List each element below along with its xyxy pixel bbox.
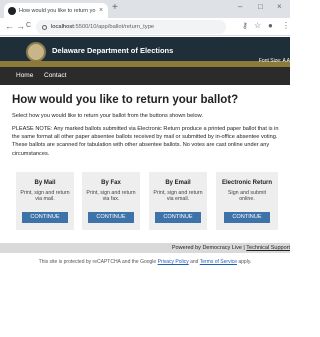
key-icon[interactable]: ⚷ [242,21,248,30]
url-path: :5500/10/app/ballot/return_type [73,24,155,30]
option-title: By Fax [101,180,121,186]
option-title: By Mail [34,180,56,186]
option-email: By Email Print, sign and return via emai… [149,172,207,230]
continue-fax-button[interactable]: CONTINUE [88,212,134,223]
option-description: Print, sign and return via fax. [86,190,136,203]
forward-icon[interactable]: → [16,21,25,31]
page-title: How would you like to return your ballot… [12,94,239,106]
option-title: By Email [165,180,191,186]
option-description: Print, sign and return via mail. [20,190,70,203]
continue-mail-button[interactable]: CONTINUE [22,212,68,223]
terms-of-service-link[interactable]: Terms of Service [200,259,237,265]
captcha-suffix: apply. [236,259,252,265]
option-mail: By Mail Print, sign and return via mail.… [16,172,74,230]
profile-icon[interactable]: ● [268,21,273,30]
font-size-control[interactable]: Font Size: A A [259,58,290,64]
new-tab-button[interactable]: + [112,2,118,13]
favicon-icon [8,6,16,15]
captcha-and: and [188,259,200,265]
option-fax: By Fax Print, sign and return via fax. C… [82,172,140,230]
back-icon[interactable]: ← [5,21,14,31]
browser-tab[interactable]: How would you like to return yo × [4,3,108,18]
tab-close-icon[interactable]: × [99,7,103,14]
footer-bar: Powered by Democracy Live | Technical Su… [0,243,290,253]
option-description: Sign and submit online. [228,190,266,203]
captcha-prefix: This site is protected by reCAPTCHA and … [38,259,158,265]
nav-home[interactable]: Home [16,72,33,79]
browser-tab-bar: How would you like to return yo × + – □ … [0,0,290,18]
url-host: localhost [51,24,74,30]
site-title: Delaware Department of Elections [52,46,174,55]
technical-support-link[interactable]: Technical Support [246,245,290,251]
maximize-button[interactable]: □ [258,2,263,11]
option-title: Electronic Return [221,180,272,186]
reload-icon[interactable]: C [26,22,31,29]
info-icon[interactable] [42,24,47,30]
intro-text: Select how you would like to return your… [12,113,203,119]
notice-text: PLEASE NOTE: Any marked ballots submitte… [12,126,279,157]
option-electronic-return: Electronic Return Sign and submit online… [216,172,278,230]
recaptcha-notice: This site is protected by reCAPTCHA and … [0,259,290,265]
powered-by-text: Powered by Democracy Live | [171,245,247,251]
option-description: Print, sign and return via email. [153,190,203,203]
address-bar: ← → C localhost:5500/10/app/ballot/retur… [0,18,290,36]
url-field[interactable]: localhost:5500/10/app/ballot/return_type [36,20,226,34]
minimize-button[interactable]: – [238,2,242,11]
continue-email-button[interactable]: CONTINUE [155,212,201,223]
privacy-policy-link[interactable]: Privacy Policy [158,259,189,265]
tab-title: How would you like to return yo [19,7,96,14]
nav-contact[interactable]: Contact [44,72,66,79]
star-icon[interactable]: ☆ [254,21,261,30]
site-nav: Home Contact [0,67,290,85]
continue-electronic-button[interactable]: CONTINUE [224,212,270,223]
menu-icon[interactable]: ⋮ [282,21,290,30]
state-seal-logo [26,42,46,62]
close-window-button[interactable]: × [277,2,282,11]
